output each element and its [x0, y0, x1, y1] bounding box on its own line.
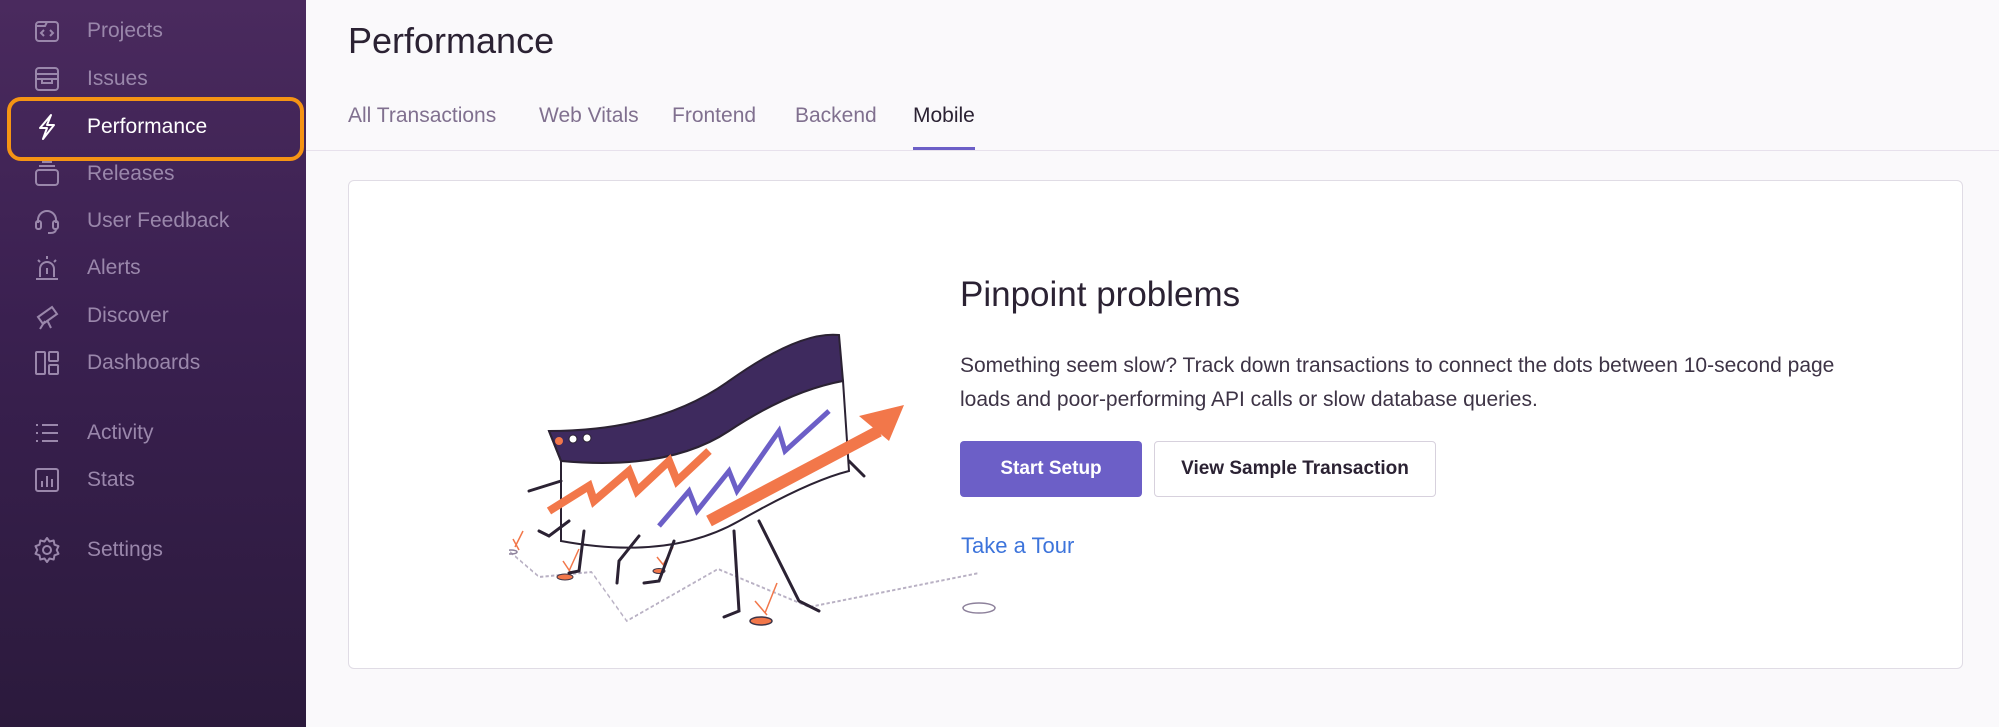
gear-icon	[32, 535, 62, 565]
sidebar-item-discover[interactable]: Discover	[0, 292, 306, 339]
sidebar-item-label: Releases	[87, 161, 175, 185]
sidebar-item-label: User Feedback	[87, 208, 230, 232]
list-icon	[32, 418, 62, 448]
dashboards-icon	[32, 348, 62, 378]
onboarding-title: Pinpoint problems	[960, 275, 1241, 314]
releases-icon	[32, 159, 62, 189]
siren-icon	[32, 253, 62, 283]
tabs-divider	[306, 150, 1999, 151]
sidebar: Projects Issues Performance Releases Use…	[0, 0, 306, 727]
tab-frontend[interactable]: Frontend	[672, 104, 756, 151]
sidebar-item-label: Alerts	[87, 255, 141, 279]
telescope-icon	[32, 301, 62, 331]
onboarding-panel: Pinpoint problems Something seem slow? T…	[348, 180, 1963, 669]
page-title: Performance	[348, 20, 555, 61]
sidebar-item-issues[interactable]: Issues	[0, 55, 306, 102]
sidebar-item-label: Discover	[87, 303, 169, 327]
sidebar-item-label: Stats	[87, 467, 135, 491]
take-a-tour-link[interactable]: Take a Tour	[961, 533, 1074, 559]
sidebar-item-label: Issues	[87, 66, 148, 90]
onboarding-description: Something seem slow? Track down transact…	[960, 354, 1835, 411]
sidebar-item-activity[interactable]: Activity	[0, 409, 306, 456]
sidebar-item-label: Dashboards	[87, 350, 201, 374]
active-item-highlight	[7, 97, 304, 161]
tab-all-transactions[interactable]: All Transactions	[348, 104, 496, 151]
start-setup-button[interactable]: Start Setup	[960, 441, 1142, 497]
projects-icon	[32, 16, 62, 46]
main-content: Performance All Transactions Web Vitals …	[306, 0, 1999, 727]
sidebar-item-dashboards[interactable]: Dashboards	[0, 339, 306, 386]
sidebar-item-projects[interactable]: Projects	[0, 7, 306, 54]
tab-backend[interactable]: Backend	[795, 104, 877, 151]
sidebar-item-stats[interactable]: Stats	[0, 456, 306, 503]
sidebar-item-label: Activity	[87, 420, 154, 444]
sidebar-item-alerts[interactable]: Alerts	[0, 244, 306, 291]
issues-icon	[32, 64, 62, 94]
headset-icon	[32, 206, 62, 236]
view-sample-transaction-button[interactable]: View Sample Transaction	[1154, 441, 1436, 497]
sidebar-item-label: Projects	[87, 18, 163, 42]
tab-web-vitals[interactable]: Web Vitals	[539, 104, 639, 151]
sidebar-item-user-feedback[interactable]: User Feedback	[0, 197, 306, 244]
sidebar-item-settings[interactable]: Settings	[0, 526, 306, 573]
tab-mobile[interactable]: Mobile	[913, 104, 975, 151]
bar-chart-icon	[32, 465, 62, 495]
sidebar-item-label: Settings	[87, 537, 163, 561]
performance-illustration	[504, 321, 1009, 651]
